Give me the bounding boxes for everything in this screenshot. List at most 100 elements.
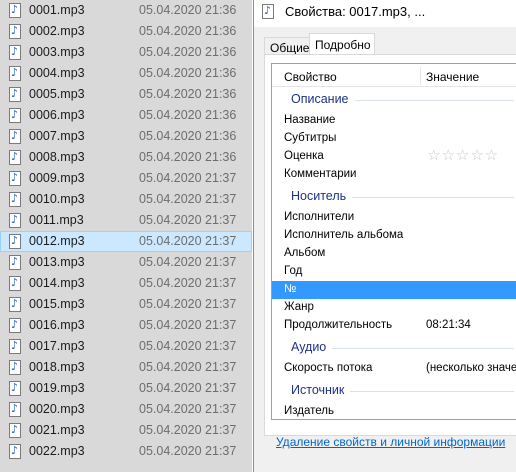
file-date: 05.04.2020 21:36 <box>139 87 237 101</box>
audio-file-icon <box>262 4 274 19</box>
audio-file-icon <box>9 3 21 18</box>
property-row[interactable]: Альбом <box>272 245 516 263</box>
file-name: 0020.mp3 <box>29 402 85 416</box>
property-name: Оценка <box>284 150 324 162</box>
file-row[interactable]: 0009.mp3 05.04.2020 21:37 <box>0 168 252 189</box>
property-row[interactable]: Исполнитель альбома <box>272 227 516 245</box>
file-name: 0001.mp3 <box>29 3 85 17</box>
dialog-titlebar[interactable]: Свойства: 0017.mp3, ... <box>254 0 516 27</box>
file-row[interactable]: 0022.mp3 05.04.2020 21:37 <box>0 441 252 462</box>
file-name: 0016.mp3 <box>29 318 85 332</box>
file-row[interactable]: 0010.mp3 05.04.2020 21:37 <box>0 189 252 210</box>
audio-file-icon <box>9 171 21 186</box>
property-group-header[interactable]: Носитель <box>272 188 516 206</box>
remove-properties-link[interactable]: Удаление свойств и личной информации <box>276 435 505 449</box>
file-row[interactable]: 0004.mp3 05.04.2020 21:36 <box>0 63 252 84</box>
property-group-label: Описание <box>291 92 349 106</box>
audio-file-icon <box>9 402 21 417</box>
file-date: 05.04.2020 21:37 <box>139 339 237 353</box>
property-value[interactable]: 08:21:34 <box>426 319 471 331</box>
file-date: 05.04.2020 21:37 <box>139 192 237 206</box>
file-name: 0009.mp3 <box>29 171 85 185</box>
audio-file-icon <box>9 297 21 312</box>
property-row[interactable]: Продолжительность 08:21:34 <box>272 317 516 335</box>
audio-file-icon <box>9 213 21 228</box>
audio-file-icon <box>9 255 21 270</box>
property-row[interactable]: Издатель <box>272 403 516 419</box>
audio-file-icon <box>9 360 21 375</box>
file-row[interactable]: 0019.mp3 05.04.2020 21:37 <box>0 378 252 399</box>
property-row[interactable]: Жанр <box>272 299 516 317</box>
property-row[interactable]: Оценка ☆☆☆☆☆ <box>272 146 516 166</box>
file-row[interactable]: 0001.mp3 05.04.2020 21:36 <box>0 0 252 21</box>
property-row[interactable]: № <box>272 281 516 299</box>
file-row[interactable]: 0021.mp3 05.04.2020 21:37 <box>0 420 252 441</box>
group-divider <box>332 348 514 349</box>
property-name: Жанр <box>284 301 314 313</box>
file-name: 0013.mp3 <box>29 255 85 269</box>
property-row[interactable]: Исполнители <box>272 209 516 227</box>
file-date: 05.04.2020 21:37 <box>139 213 237 227</box>
file-name: 0002.mp3 <box>29 24 85 38</box>
rating-stars-icon[interactable]: ☆☆☆☆☆ <box>427 146 499 164</box>
property-group-header[interactable]: Источник <box>272 382 516 400</box>
file-row[interactable]: 0012.mp3 05.04.2020 21:37 <box>0 231 252 252</box>
column-value[interactable]: Значение <box>426 70 479 84</box>
file-row[interactable]: 0008.mp3 05.04.2020 21:36 <box>0 147 252 168</box>
property-name: Год <box>284 265 303 277</box>
file-name: 0005.mp3 <box>29 87 85 101</box>
property-group-header[interactable]: Описание <box>272 91 516 109</box>
file-row[interactable]: 0006.mp3 05.04.2020 21:36 <box>0 105 252 126</box>
file-row[interactable]: 0016.mp3 05.04.2020 21:37 <box>0 315 252 336</box>
property-name: Название <box>284 114 336 126</box>
file-name: 0004.mp3 <box>29 66 85 80</box>
property-value[interactable]: (несколько значен <box>426 362 516 374</box>
file-date: 05.04.2020 21:36 <box>139 45 237 59</box>
property-name: Издатель <box>284 405 334 417</box>
property-row[interactable]: Год <box>272 263 516 281</box>
property-name: Субтитры <box>284 132 337 144</box>
group-divider <box>352 197 514 198</box>
file-row[interactable]: 0002.mp3 05.04.2020 21:36 <box>0 21 252 42</box>
audio-file-icon <box>9 45 21 60</box>
property-row[interactable]: Скорость потока (несколько значен <box>272 360 516 378</box>
column-property[interactable]: Свойство <box>284 70 337 84</box>
audio-file-icon <box>9 108 21 123</box>
property-name: Исполнители <box>284 211 355 223</box>
file-date: 05.04.2020 21:36 <box>139 150 237 164</box>
file-list: 0001.mp3 05.04.2020 21:36 0002.mp3 05.04.20… <box>0 0 252 472</box>
file-row[interactable]: 0013.mp3 05.04.2020 21:37 <box>0 252 252 273</box>
property-group-label: Аудио <box>291 340 327 354</box>
audio-file-icon <box>9 444 21 459</box>
file-row[interactable]: 0011.mp3 05.04.2020 21:37 <box>0 210 252 231</box>
column-divider[interactable] <box>420 67 421 85</box>
property-name: Скорость потока <box>284 362 373 374</box>
file-name: 0022.mp3 <box>29 444 85 458</box>
file-row[interactable]: 0017.mp3 05.04.2020 21:37 <box>0 336 252 357</box>
file-name: 0010.mp3 <box>29 192 85 206</box>
file-date: 05.04.2020 21:36 <box>139 66 237 80</box>
file-date: 05.04.2020 21:37 <box>139 297 237 311</box>
property-row[interactable]: Название <box>272 112 516 130</box>
property-group-header[interactable]: Аудио <box>272 339 516 357</box>
property-name: Исполнитель альбома <box>284 229 404 241</box>
file-name: 0006.mp3 <box>29 108 85 122</box>
file-name: 0007.mp3 <box>29 129 85 143</box>
file-date: 05.04.2020 21:36 <box>139 24 237 38</box>
file-row[interactable]: 0014.mp3 05.04.2020 21:37 <box>0 273 252 294</box>
file-row[interactable]: 0018.mp3 05.04.2020 21:37 <box>0 357 252 378</box>
file-row[interactable]: 0007.mp3 05.04.2020 21:36 <box>0 126 252 147</box>
property-list[interactable]: Свойство Значение Описание Название Субтит… <box>271 63 516 420</box>
property-row[interactable]: Комментарии <box>272 166 516 184</box>
audio-file-icon <box>9 87 21 102</box>
file-row[interactable]: 0015.mp3 05.04.2020 21:37 <box>0 294 252 315</box>
file-date: 05.04.2020 21:37 <box>139 255 237 269</box>
audio-file-icon <box>9 66 21 81</box>
file-row[interactable]: 0020.mp3 05.04.2020 21:37 <box>0 399 252 420</box>
tab-details[interactable]: Подробно <box>309 33 375 55</box>
audio-file-icon <box>9 234 21 249</box>
file-date: 05.04.2020 21:37 <box>139 171 237 185</box>
audio-file-icon <box>9 150 21 165</box>
file-row[interactable]: 0003.mp3 05.04.2020 21:36 <box>0 42 252 63</box>
file-row[interactable]: 0005.mp3 05.04.2020 21:36 <box>0 84 252 105</box>
